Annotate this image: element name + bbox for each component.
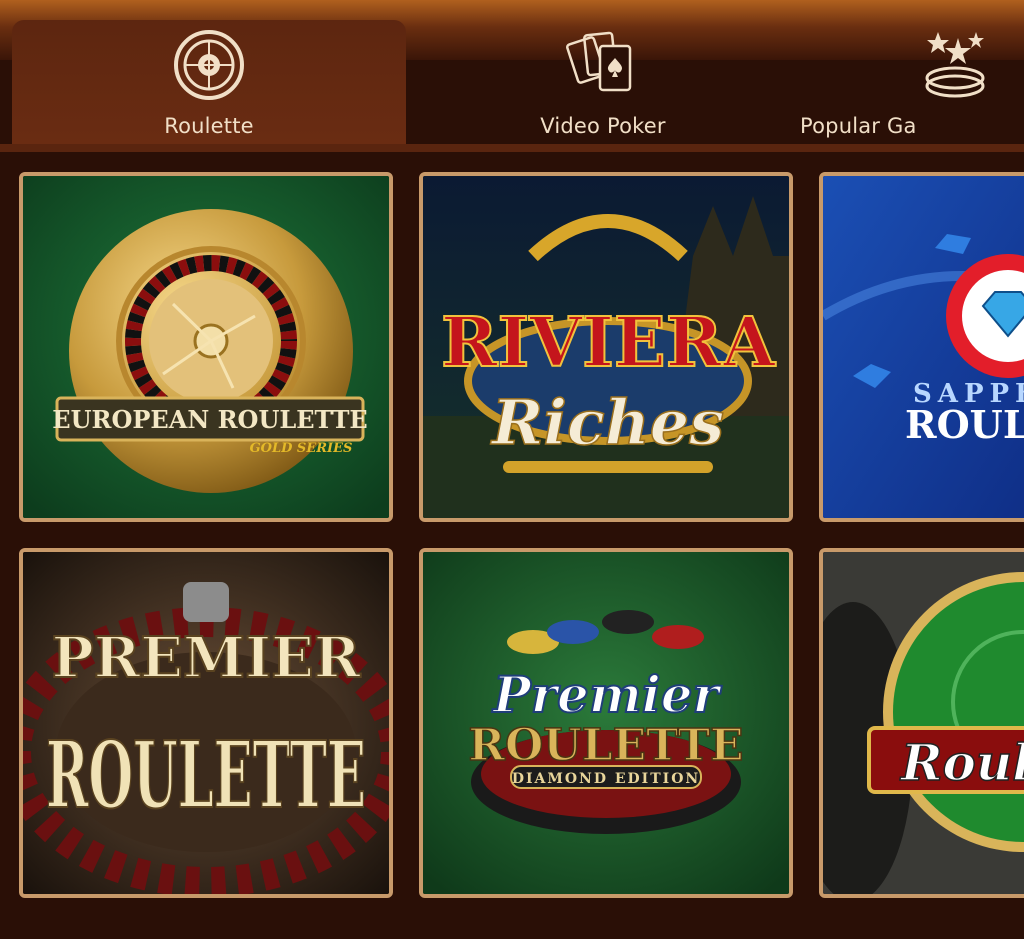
game-tile-riviera-riches[interactable]: RIVIERA Riches [419,172,793,522]
game-grid: EUROPEAN ROULETTE GOLD SERIES RIVIERA Ri… [0,152,1024,939]
game-title-line2: ROULETTE [46,721,366,829]
sapphire-roulette-thumbnail: SAPPH ROUL [823,176,1024,518]
roulette-thumbnail: Roul [823,552,1024,894]
european-roulette-thumbnail: EUROPEAN ROULETTE GOLD SERIES [23,176,389,518]
game-title-line1: RIVIERA [441,303,776,383]
game-title-line2: Riches [490,386,724,459]
game-title-line3: DIAMOND EDITION [512,771,700,787]
riviera-riches-thumbnail: RIVIERA Riches [423,176,789,518]
game-title-line1: EUROPEAN ROULETTE [52,405,367,434]
playing-cards-icon [566,31,632,92]
tab-video-poker-label: Video Poker [540,114,666,138]
stars-chips-icon [925,32,985,98]
tab-popular-games-label: Popular Ga [800,114,917,138]
roulette-wheel-icon [174,30,244,100]
game-tile-premier-roulette[interactable]: PREMIER ROULETTE [19,548,393,898]
game-title-line2: ROUL [905,402,1024,447]
tab-video-poker[interactable]: Video Poker [406,20,800,146]
game-tile-roulette[interactable]: Roul [819,548,1024,898]
game-tile-sapphire-roulette[interactable]: SAPPH ROUL [819,172,1024,522]
tab-roulette-label: Roulette [164,114,254,138]
tab-roulette[interactable]: Roulette [12,20,406,146]
premier-roulette-diamond-thumbnail: Premier ROULETTE DIAMOND EDITION [423,552,789,894]
premier-roulette-thumbnail: PREMIER ROULETTE [23,552,389,894]
game-tile-premier-roulette-diamond[interactable]: Premier ROULETTE DIAMOND EDITION [419,548,793,898]
game-title-line1: Roul [899,733,1024,792]
category-tab-bar: Roulette Video Poker Popular Ga [0,0,1024,150]
game-tile-european-roulette[interactable]: EUROPEAN ROULETTE GOLD SERIES [19,172,393,522]
tab-bar-divider [0,144,1024,152]
game-title-line1: Premier [491,665,722,724]
game-title-line2: GOLD SERIES [250,441,353,456]
game-title-line2: ROULETTE [468,720,743,771]
game-title-line1: PREMIER [52,625,361,691]
tab-popular-games[interactable]: Popular Ga [800,20,1024,146]
